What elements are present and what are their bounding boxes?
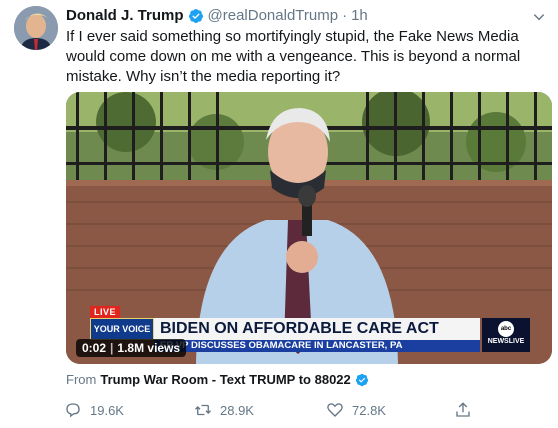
reply-count: 19.6K [90,402,124,418]
source-account[interactable]: Trump War Room - Text TRUMP to 88022 [100,372,350,387]
tweet[interactable]: Donald J. Trump @realDonaldTrump · 1h If… [0,0,558,428]
avatar[interactable] [14,6,58,50]
caret-down-icon[interactable] [532,10,546,24]
author-name[interactable]: Donald J. Trump [66,6,184,26]
verified-icon [355,373,369,387]
chyron-subline: ER VP DISCUSSES OBAMACARE IN LANCASTER, … [154,340,480,352]
tweet-actions: 19.6K 28.9K 72.8K [64,398,484,422]
retweet-icon [195,404,211,416]
live-badge: LIVE [90,306,121,318]
source-prefix: From [66,372,97,387]
network-logo: abc NEWSLIVE [482,318,530,352]
stats-divider: | [110,341,114,355]
tweet-timestamp[interactable]: 1h [351,6,368,26]
like-button[interactable]: 72.8K [326,398,386,422]
avatar-image [14,6,58,50]
video-player[interactable]: LIVE YOUR VOICE BIDEN ON AFFORDABLE CARE… [66,92,552,364]
author-handle[interactable]: @realDonaldTrump [208,6,339,26]
share-icon [456,402,470,417]
network-logo-circle: abc [498,321,514,337]
chyron-headline: BIDEN ON AFFORDABLE CARE ACT [154,318,480,340]
video-stats: 0:02 | 1.8M views [76,339,187,357]
separator-dot: · [342,7,348,24]
video-source: From Trump War Room - Text TRUMP to 8802… [66,372,373,387]
retweet-count: 28.9K [220,402,254,418]
retweet-button[interactable]: 28.9K [194,398,254,422]
tweet-header: Donald J. Trump @realDonaldTrump · 1h [66,6,368,26]
reply-button[interactable]: 19.6K [64,398,124,422]
network-logo-text: NEWSLIVE [487,338,525,345]
like-count: 72.8K [352,402,386,418]
video-duration: 0:02 [82,341,107,355]
like-icon [327,403,343,417]
verified-icon [188,8,204,24]
show-logo: YOUR VOICE [90,318,154,340]
video-views: 1.8M views [117,341,181,355]
reply-icon [66,403,80,418]
share-button[interactable] [454,398,480,422]
tweet-text: If I ever said something so mortifyingly… [66,28,521,85]
